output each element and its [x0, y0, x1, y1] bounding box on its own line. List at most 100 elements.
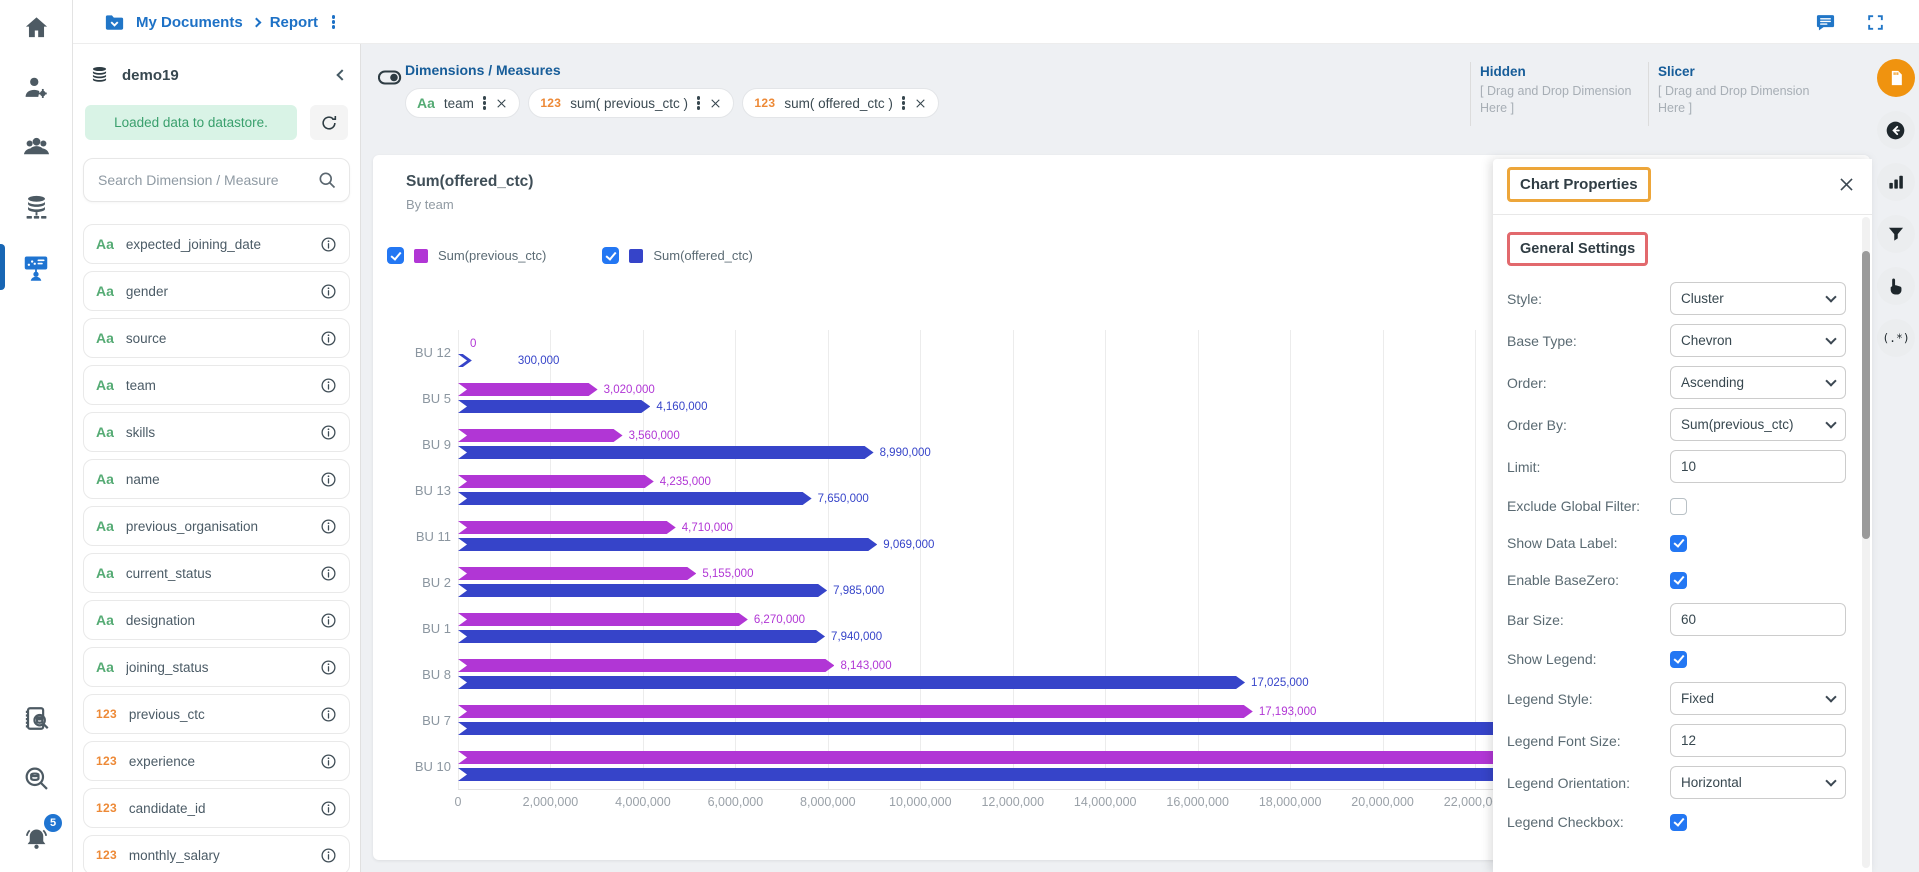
- collapse-sidebar-icon[interactable]: [336, 69, 347, 80]
- datastore-button[interactable]: [0, 185, 72, 229]
- bar-offered-ctc[interactable]: [458, 676, 1245, 689]
- info-icon[interactable]: [320, 518, 337, 535]
- chip-remove-icon[interactable]: [495, 97, 508, 110]
- exclude-global-filter-checkbox[interactable]: [1670, 498, 1687, 515]
- panel-scrollbar-thumb[interactable]: [1862, 251, 1870, 539]
- info-icon[interactable]: [320, 565, 337, 582]
- back-button[interactable]: [1877, 111, 1915, 149]
- info-icon[interactable]: [320, 706, 337, 723]
- legend-checkbox[interactable]: [387, 247, 404, 264]
- bar-offered-ctc[interactable]: [458, 538, 877, 551]
- breadcrumb-more-icon[interactable]: [332, 20, 335, 23]
- users-button[interactable]: [0, 125, 72, 169]
- datastore-search-button[interactable]: [0, 756, 72, 800]
- field-item-skills[interactable]: Aaskills: [83, 412, 350, 452]
- order-by-select[interactable]: Sum(previous_ctc): [1670, 408, 1846, 441]
- builder-toggle-icon[interactable]: [378, 70, 402, 85]
- user-settings-button[interactable]: [0, 65, 72, 109]
- legend-font-size-input[interactable]: 12: [1670, 724, 1846, 757]
- bar-previous-ctc[interactable]: [458, 613, 748, 626]
- field-item-previous_ctc[interactable]: 123previous_ctc: [83, 694, 350, 734]
- chip-remove-icon[interactable]: [709, 97, 722, 110]
- bar-previous-ctc[interactable]: [458, 475, 654, 488]
- regex-button[interactable]: (.*): [1877, 319, 1915, 357]
- info-icon[interactable]: [320, 753, 337, 770]
- enable-basezero-checkbox[interactable]: [1670, 572, 1687, 589]
- breadcrumb-root[interactable]: My Documents: [136, 14, 243, 31]
- legend-orientation-select[interactable]: Horizontal: [1670, 766, 1846, 799]
- field-item-designation[interactable]: Aadesignation: [83, 600, 350, 640]
- bar-offered-ctc[interactable]: [458, 446, 874, 459]
- bar-previous-ctc[interactable]: [458, 429, 623, 442]
- bar-size-input[interactable]: 60: [1670, 603, 1846, 636]
- bar-offered-ctc[interactable]: [458, 630, 825, 643]
- info-icon[interactable]: [320, 377, 337, 394]
- data-catalog-search-button[interactable]: [0, 696, 72, 740]
- chip-team[interactable]: Aateam: [405, 88, 520, 118]
- field-item-current_status[interactable]: Aacurrent_status: [83, 553, 350, 593]
- bar-previous-ctc[interactable]: [458, 521, 676, 534]
- bar-previous-ctc[interactable]: [458, 567, 696, 580]
- chip-sumoffered_ctc[interactable]: 123sum( offered_ctc ): [742, 88, 939, 118]
- base-type-select[interactable]: Chevron: [1670, 324, 1846, 357]
- bar-offered-ctc[interactable]: [458, 400, 650, 413]
- info-icon[interactable]: [320, 659, 337, 676]
- field-item-previous_organisation[interactable]: Aaprevious_organisation: [83, 506, 350, 546]
- storage-card-button[interactable]: [1877, 59, 1915, 97]
- field-item-source[interactable]: Aasource: [83, 318, 350, 358]
- legend-checkbox-checkbox[interactable]: [1670, 814, 1687, 831]
- field-item-expected_joining_date[interactable]: Aaexpected_joining_date: [83, 224, 350, 264]
- bar-previous-ctc[interactable]: [458, 705, 1253, 718]
- order-select[interactable]: Ascending: [1670, 366, 1846, 399]
- bar-previous-ctc[interactable]: [458, 383, 598, 396]
- search-input[interactable]: [96, 171, 309, 189]
- show-data-label-checkbox[interactable]: [1670, 535, 1687, 552]
- chip-remove-icon[interactable]: [914, 97, 927, 110]
- info-icon[interactable]: [320, 330, 337, 347]
- field-item-name[interactable]: Aaname: [83, 459, 350, 499]
- pointer-hand-button[interactable]: [1877, 267, 1915, 305]
- show-legend-checkbox[interactable]: [1670, 651, 1687, 668]
- field-item-gender[interactable]: Aagender: [83, 271, 350, 311]
- field-item-monthly_salary[interactable]: 123monthly_salary: [83, 835, 350, 872]
- info-icon[interactable]: [320, 424, 337, 441]
- notifications-bell-button[interactable]: 5: [0, 816, 72, 860]
- chip-more-icon[interactable]: [483, 101, 486, 104]
- field-item-team[interactable]: Aateam: [83, 365, 350, 405]
- style-select[interactable]: Cluster: [1670, 282, 1846, 315]
- divider: [1470, 62, 1471, 126]
- hidden-dropzone[interactable]: Hidden [ Drag and Drop Dimension Here ]: [1480, 64, 1648, 117]
- bar-previous-ctc[interactable]: [458, 659, 834, 672]
- report-builder-button[interactable]: [0, 245, 72, 289]
- breadcrumb-current[interactable]: Report: [270, 14, 318, 31]
- field-item-experience[interactable]: 123experience: [83, 741, 350, 781]
- bar-offered-ctc[interactable]: [458, 584, 827, 597]
- info-icon[interactable]: [320, 612, 337, 629]
- chip-sumprevious_ctc[interactable]: 123sum( previous_ctc ): [528, 88, 734, 118]
- info-icon[interactable]: [320, 236, 337, 253]
- info-icon[interactable]: [320, 471, 337, 488]
- filter-button[interactable]: [1877, 215, 1915, 253]
- slicer-dropzone[interactable]: Slicer [ Drag and Drop Dimension Here ]: [1658, 64, 1826, 117]
- search-icon[interactable]: [317, 170, 337, 190]
- bar-offered-ctc[interactable]: [458, 354, 472, 367]
- x-tick-label: 18,000,000: [1259, 795, 1322, 809]
- chip-more-icon[interactable]: [902, 101, 905, 104]
- chat-icon[interactable]: [1815, 12, 1836, 33]
- legend-style-select[interactable]: Fixed: [1670, 682, 1846, 715]
- field-item-candidate_id[interactable]: 123candidate_id: [83, 788, 350, 828]
- refresh-button[interactable]: [310, 105, 348, 140]
- home-button[interactable]: [0, 5, 72, 49]
- legend-checkbox[interactable]: [602, 247, 619, 264]
- chip-more-icon[interactable]: [697, 101, 700, 104]
- close-icon[interactable]: [1837, 175, 1856, 194]
- field-item-joining_status[interactable]: Aajoining_status: [83, 647, 350, 687]
- bar-chart-button[interactable]: [1877, 163, 1915, 201]
- fullscreen-icon[interactable]: [1866, 13, 1885, 32]
- info-icon[interactable]: [320, 847, 337, 864]
- bar-offered-ctc[interactable]: [458, 492, 812, 505]
- limit-input[interactable]: 10: [1670, 450, 1846, 483]
- folder-icon[interactable]: [103, 11, 126, 34]
- info-icon[interactable]: [320, 800, 337, 817]
- info-icon[interactable]: [320, 283, 337, 300]
